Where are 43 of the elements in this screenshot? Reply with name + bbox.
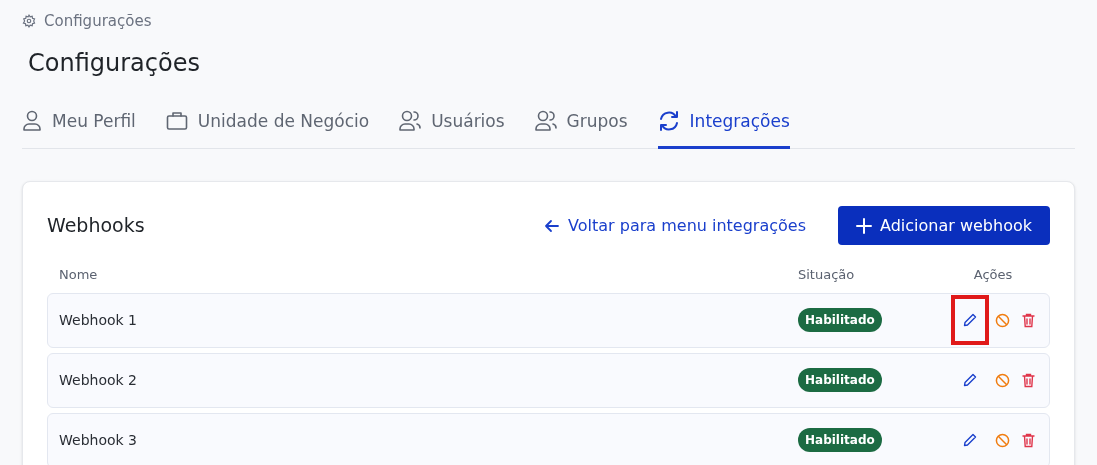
webhook-name: Webhook 3 [59,431,137,448]
edit-button[interactable] [951,295,989,345]
briefcase-icon [165,111,188,132]
card-title: Webhooks [47,213,146,239]
pencil-icon [963,373,977,387]
status-badge: Habilitado [798,368,882,392]
arrow-left-icon [544,217,561,234]
prohibited-icon [995,312,1010,328]
column-header: Situação [798,267,855,282]
settings-icon [22,14,36,29]
trash-icon [1022,372,1035,388]
delete-button[interactable] [1022,372,1035,388]
users-icon [399,110,422,133]
add-webhook-button[interactable]: Adicionar webhook [838,206,1050,245]
webhook-name: Webhook 1 [59,311,137,328]
tab[interactable]: Grupos [534,108,628,149]
column-header: Ações [973,267,1013,282]
pencil-icon [963,433,977,447]
status-badge: Habilitado [798,308,882,332]
tab[interactable]: Integrações [657,108,790,149]
disable-button[interactable] [995,312,1010,328]
person-icon [22,110,42,133]
pencil-icon [963,313,977,327]
trash-icon [1022,432,1035,448]
delete-button[interactable] [1022,432,1035,448]
trash-icon [1022,312,1035,328]
delete-button[interactable] [1022,312,1035,328]
tab[interactable]: Unidade de Negócio [165,108,370,149]
column-header: Nome [59,267,98,282]
status-badge: Habilitado [798,428,882,452]
page-title: Configurações [28,47,201,79]
prohibited-icon [995,432,1010,448]
disable-button[interactable] [995,432,1010,448]
refresh-icon [657,110,680,133]
prohibited-icon [995,372,1010,388]
back-link[interactable]: Voltar para menu integrações [544,213,806,238]
users-icon [534,110,557,133]
tab[interactable]: Usuários [399,108,505,149]
webhook-name: Webhook 2 [59,371,137,388]
plus-icon [856,217,872,234]
breadcrumb[interactable]: Configurações [44,10,152,33]
tab[interactable]: Meu Perfil [22,108,136,149]
disable-button[interactable] [995,372,1010,388]
